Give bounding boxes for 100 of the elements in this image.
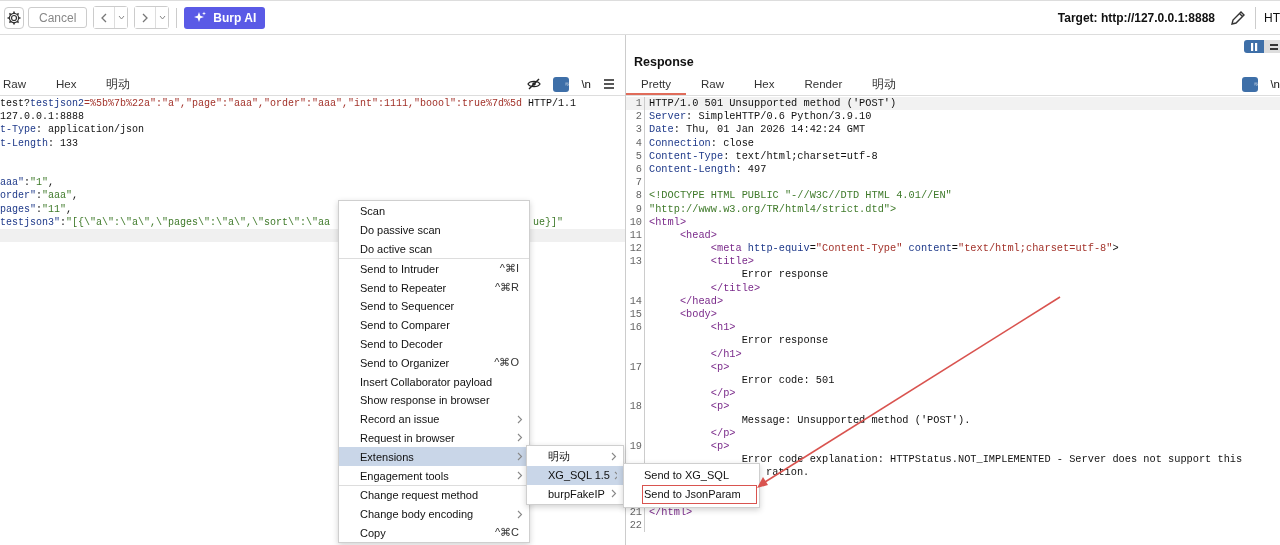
burp-ai-button[interactable]: Burp AI: [184, 6, 266, 29]
settings-icon: [6, 9, 22, 26]
rows-icon: [1269, 41, 1279, 52]
line-number: 22: [629, 519, 642, 531]
line-number: 13: [629, 255, 642, 268]
code-line: </head>: [678, 294, 724, 308]
response-title: Response: [634, 55, 694, 69]
code-line: <!DOCTYPE HTML PUBLIC "-//W3C//DTD HTML 4.01//EN": [649, 189, 952, 203]
menu-item[interactable]: Send to Organizer ^⌘O: [339, 353, 529, 373]
target-label: Target: http://127.0.0.1:8888: [1057, 10, 1215, 25]
columns-icon: [1249, 41, 1259, 52]
code-line: Error response: [740, 268, 829, 282]
line-number: 16: [629, 321, 642, 334]
line-number: 7: [635, 176, 642, 189]
code-line: testjson3":"[{\"a\":\"a\",\"pages\":\"a\",\"sort\":\"aa: [0, 215, 331, 229]
cancel-button[interactable]: Cancel: [28, 7, 88, 28]
menu-item[interactable]: Send to Decoder: [339, 334, 529, 354]
code-line: order":"aaa",: [0, 189, 79, 203]
code-line: Error code: 501: [740, 373, 835, 388]
code-line: "http://www.w3.org/TR/html4/strict.dtd">: [649, 202, 897, 216]
code-line: <p>: [709, 400, 730, 414]
menu-item[interactable]: Extensions: [339, 447, 529, 467]
wrap-toggle[interactable]: [1242, 76, 1259, 92]
caret-icon: [158, 15, 166, 20]
menu-item[interactable]: 明动: [527, 447, 623, 466]
editor-tab[interactable]: Hex: [739, 73, 790, 95]
line-number: 3: [635, 123, 642, 136]
wrap-icon: [565, 79, 570, 89]
code-line: <p>: [709, 360, 730, 374]
stacked-view-button[interactable]: [1264, 40, 1280, 53]
code-line: Content-Length: 497: [649, 162, 767, 177]
code-line: Error response: [740, 334, 829, 348]
line-number: 10: [629, 215, 642, 228]
menu-item[interactable]: Insert Collaborator payload: [339, 372, 529, 391]
menu-item[interactable]: Send to Comparer: [339, 315, 529, 335]
menu-item[interactable]: Do active scan: [339, 239, 529, 259]
code-line: Connection: close: [649, 136, 755, 150]
editor-tab[interactable]: Render: [789, 73, 858, 95]
editor-tab[interactable]: Pretty: [626, 73, 687, 95]
code-line: <html>: [649, 215, 687, 229]
code-line: HTTP/1.0 501 Unsupported method ('POST'): [649, 97, 897, 111]
menu-item[interactable]: Send to Intruder ^⌘I: [339, 259, 529, 279]
eye-off-icon[interactable]: [527, 77, 542, 91]
editor-tab[interactable]: Raw: [0, 73, 41, 95]
menu-item[interactable]: Request in browser: [339, 428, 529, 448]
line-number: 1: [635, 97, 642, 109]
menu-item[interactable]: Do passive scan: [339, 220, 529, 240]
menu-item[interactable]: Send to Sequencer: [339, 297, 529, 316]
menu-item[interactable]: Record an issue: [339, 409, 529, 429]
code-line: <meta http-equiv="Content-Type" content="text/html;charset=utf-8">: [709, 242, 1119, 256]
code-line: </p>: [709, 387, 736, 401]
menu-item[interactable]: Change request method: [339, 485, 529, 505]
code-line: Date: Thu, 01 Jan 2026 14:42:24 GMT: [649, 123, 866, 137]
menu-item[interactable]: Send to JsonParam: [643, 486, 756, 503]
code-line: Message: Unsupported method ('POST').: [740, 413, 971, 427]
menu-item[interactable]: Scan: [339, 202, 529, 221]
code-line: Error code explanation: HTTPStatus.NOT_IMPLEMENTED - Server does not support this: [740, 453, 1243, 467]
split-view-button[interactable]: [1244, 40, 1264, 53]
menu-icon[interactable]: [603, 79, 615, 89]
code-line: <h1>: [709, 321, 736, 335]
line-number: 21: [629, 505, 642, 518]
code-line: <body>: [678, 308, 717, 322]
newline-toggle[interactable]: \n: [1270, 78, 1280, 90]
toolbar-label: HT: [1264, 10, 1280, 25]
newline-toggle[interactable]: \n: [581, 78, 591, 90]
line-number: 11: [629, 228, 642, 241]
line-number: 4: [635, 136, 642, 149]
code-line: </title>: [709, 281, 761, 295]
code-line: Content-Type: text/html;charset=utf-8: [649, 149, 878, 163]
code-line: aaa":"1",: [0, 176, 55, 190]
line-number: 19: [629, 439, 642, 452]
code-line: ue}]": [533, 215, 563, 229]
menu-item[interactable]: Change body encoding: [339, 504, 529, 524]
menu-item[interactable]: Engagement tools: [339, 466, 529, 485]
forward-icon: [141, 12, 150, 23]
line-number: 2: [635, 110, 642, 123]
menu-item[interactable]: burpFakeIP: [527, 484, 623, 504]
caret-icon: [117, 15, 125, 20]
menu-item[interactable]: Copy ^⌘C: [339, 523, 529, 543]
settings-button[interactable]: [4, 6, 24, 29]
line-number: 6: [635, 162, 642, 175]
line-number: 8: [635, 189, 642, 202]
code-line: </h1>: [709, 347, 742, 361]
code-line: 127.0.0.1:8888: [0, 110, 84, 124]
line-number: 18: [629, 400, 642, 413]
wrap-toggle[interactable]: [553, 76, 570, 92]
editor-tab[interactable]: 明动: [91, 73, 146, 95]
menu-item[interactable]: XG_SQL 1.5: [527, 465, 623, 485]
line-number: 12: [629, 242, 642, 255]
code-line: Server: SimpleHTTP/0.6 Python/3.9.10: [649, 110, 872, 124]
menu-item[interactable]: Send to Repeater ^⌘R: [339, 278, 529, 297]
code-line: pages":"11",: [0, 202, 73, 216]
code-line: t-Length: 133: [0, 136, 79, 150]
editor-tab[interactable]: Raw: [686, 73, 740, 95]
menu-item[interactable]: Show response in browser: [339, 390, 529, 410]
code-line: </p>: [709, 426, 736, 440]
code-line: t-Type: application/json: [0, 123, 145, 137]
editor-tab[interactable]: 明动: [857, 73, 912, 95]
menu-item[interactable]: Send to XG_SQL: [624, 467, 759, 484]
editor-tab[interactable]: Hex: [41, 73, 92, 95]
